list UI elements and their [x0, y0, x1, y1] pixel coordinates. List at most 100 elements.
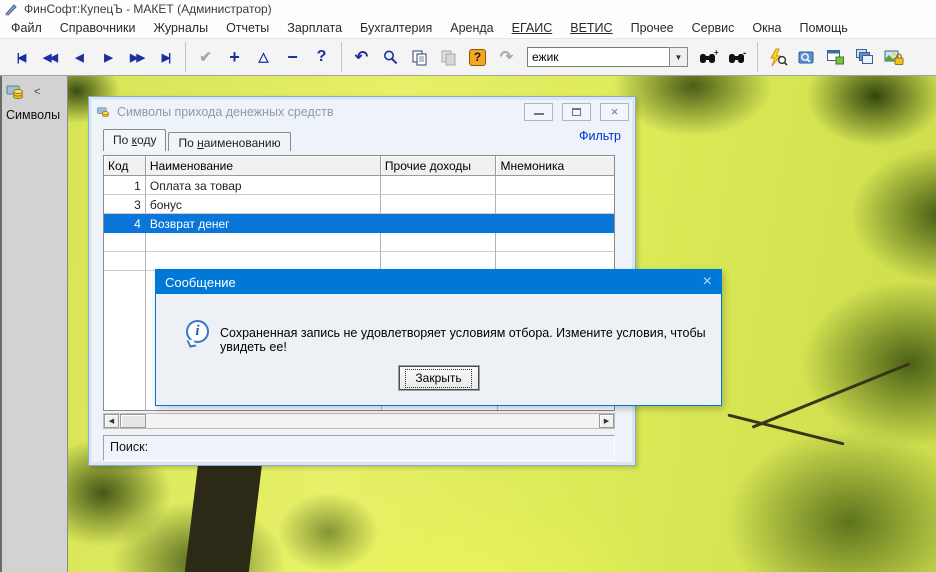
cell-other [381, 176, 497, 195]
minimize-icon [534, 108, 544, 115]
sidebar-panel: < Символы [0, 76, 68, 572]
tree-branch [752, 362, 911, 428]
help-button[interactable]: ? [307, 43, 336, 71]
menu-item-help[interactable]: Помощь [790, 19, 856, 37]
search-panel: Поиск: [103, 435, 615, 461]
dialog-close-icon[interactable]: × [703, 274, 712, 290]
chevron-down-icon[interactable]: ▼ [669, 47, 688, 67]
app-icon [4, 2, 18, 16]
image-lock-icon[interactable] [879, 43, 908, 71]
search-input[interactable]: ежик [527, 47, 669, 67]
toolbar: |◀ ◀◀ ◀ ▶ ▶▶ ▶| ✔ + △ − ? ↶ ? ↷ ежик ▼ + [0, 39, 936, 76]
search-settings-icon[interactable] [792, 43, 821, 71]
svg-text:-: - [743, 49, 746, 59]
horizontal-scrollbar[interactable]: ◀ ▶ [103, 413, 615, 429]
delete-record-button[interactable]: − [278, 43, 307, 71]
nav-prev-button[interactable]: ◀ [64, 43, 93, 71]
minimize-button[interactable] [524, 103, 553, 121]
menu-bar: Файл Справочники Журналы Отчеты Зарплата… [0, 18, 936, 39]
desktop-wallpaper: Символы прихода денежных средств × По ко… [68, 76, 936, 572]
menu-item-windows[interactable]: Окна [743, 19, 790, 37]
nav-next-button[interactable]: ▶ [93, 43, 122, 71]
toolbar-separator [341, 42, 342, 72]
table-header-row: Код Наименование Прочие доходы Мнемоника [104, 156, 614, 176]
new-window-icon[interactable] [821, 43, 850, 71]
coins-icon [6, 84, 26, 100]
dialog-title: Сообщение [165, 275, 703, 290]
menu-item-service[interactable]: Сервис [683, 19, 744, 37]
cell-other [381, 195, 497, 214]
app-titlebar: ФинСофт:КупецЪ - МАКЕТ (Администратор) [0, 0, 936, 18]
svg-text:+: + [714, 49, 719, 57]
cascade-windows-icon[interactable] [850, 43, 879, 71]
symbols-window-titlebar[interactable]: Символы прихода денежных средств × [89, 97, 635, 123]
cell-code: 3 [104, 195, 146, 214]
menu-item-file[interactable]: Файл [2, 19, 51, 37]
menu-item-vetis[interactable]: ВЕТИС [561, 19, 621, 37]
column-header-name[interactable]: Наименование [146, 156, 381, 176]
tab-by-code[interactable]: По коду [103, 129, 166, 151]
nav-last-button[interactable]: ▶| [151, 43, 180, 71]
cell-mnemonic [496, 214, 614, 233]
restore-button[interactable] [562, 103, 591, 121]
message-dialog: Сообщение × i Сохраненная запись не удов… [155, 269, 722, 406]
sidebar-item-symbols[interactable]: Символы [6, 108, 63, 122]
table-row[interactable]: 3 бонус [104, 195, 614, 214]
cell-mnemonic [496, 176, 614, 195]
edit-record-button[interactable]: △ [249, 43, 278, 71]
sidebar-collapse-button[interactable]: < [34, 86, 40, 98]
quick-search-icon[interactable] [763, 43, 792, 71]
menu-item-salary[interactable]: Зарплата [278, 19, 351, 37]
scrollbar-thumb[interactable] [120, 414, 146, 428]
copy-icon[interactable] [405, 43, 434, 71]
scroll-right-icon[interactable]: ▶ [599, 414, 614, 428]
table-empty-row [104, 233, 614, 252]
redo-disabled-icon: ↷ [492, 43, 521, 71]
cell-other [381, 214, 497, 233]
column-header-other-income[interactable]: Прочие доходы [381, 156, 497, 176]
dialog-titlebar[interactable]: Сообщение × [156, 270, 721, 294]
refresh-icon[interactable]: ↶ [347, 43, 376, 71]
table-row-selected[interactable]: 4 Возврат денег [104, 214, 614, 233]
column-header-mnemonic[interactable]: Мнемоника [496, 156, 614, 176]
find-next-add-icon[interactable]: + [694, 43, 723, 71]
filter-link[interactable]: Фильтр [579, 129, 621, 143]
menu-item-rent[interactable]: Аренда [441, 19, 502, 37]
nav-fast-prev-button[interactable]: ◀◀ [35, 43, 64, 71]
window-title: Символы прихода денежных средств [117, 105, 515, 119]
tab-strip: По коду По наименованию Фильтр [103, 129, 621, 151]
column-header-code[interactable]: Код [104, 156, 146, 176]
cell-name: Возврат денег [146, 214, 381, 233]
find-next-remove-icon[interactable]: - [723, 43, 752, 71]
nav-first-button[interactable]: |◀ [6, 43, 35, 71]
search-combobox: ежик ▼ [527, 47, 688, 67]
dialog-body: i Сохраненная запись не удовлетворяет ус… [156, 294, 721, 406]
menu-item-journals[interactable]: Журналы [144, 19, 217, 37]
cell-code: 1 [104, 176, 146, 195]
copy-disabled-icon [434, 43, 463, 71]
cell-name: Оплата за товар [146, 176, 381, 195]
workspace: < Символы Символы прихода денежных средс… [0, 76, 936, 572]
menu-item-directories[interactable]: Справочники [51, 19, 145, 37]
tab-by-name[interactable]: По наименованию [168, 132, 290, 151]
menu-item-other[interactable]: Прочее [622, 19, 683, 37]
menu-item-egais[interactable]: ЕГАИС [503, 19, 562, 37]
scroll-left-icon[interactable]: ◀ [104, 414, 119, 428]
window-icon [97, 106, 111, 118]
add-record-button[interactable]: + [220, 43, 249, 71]
cell-mnemonic [496, 195, 614, 214]
close-button[interactable]: × [600, 103, 629, 121]
search-label: Поиск: [110, 440, 148, 454]
menu-item-reports[interactable]: Отчеты [217, 19, 278, 37]
help-badge-icon[interactable]: ? [463, 43, 492, 71]
menu-item-accounting[interactable]: Бухгалтерия [351, 19, 441, 37]
dialog-message: Сохраненная запись не удовлетворяет усло… [220, 326, 707, 354]
table-row[interactable]: 1 Оплата за товар [104, 176, 614, 195]
cell-name: бонус [146, 195, 381, 214]
toolbar-separator [757, 42, 758, 72]
search-icon[interactable] [376, 43, 405, 71]
tree-branch [727, 414, 844, 446]
dialog-close-button[interactable]: Закрыть [399, 366, 479, 390]
nav-fast-next-button[interactable]: ▶▶ [122, 43, 151, 71]
confirm-button[interactable]: ✔ [191, 43, 220, 71]
